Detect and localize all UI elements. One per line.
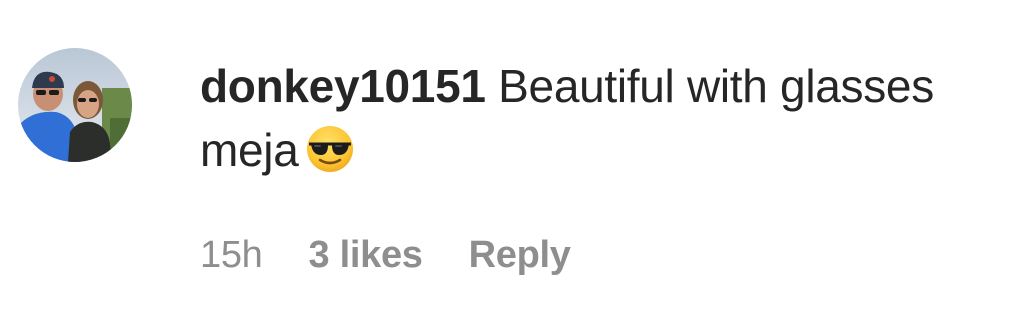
username-link[interactable]: donkey10151 xyxy=(200,60,486,112)
comment-meta: 15h 3 likes Reply xyxy=(200,230,571,280)
timestamp: 15h xyxy=(200,233,263,276)
comment-text-line2: meja xyxy=(200,124,299,176)
comment: donkey10151 Beautiful with glasses meja xyxy=(0,0,1024,321)
reply-button[interactable]: Reply xyxy=(469,234,571,277)
avatar-photo xyxy=(18,48,132,162)
likes-count-button[interactable]: 3 likes xyxy=(309,234,423,277)
sunglasses-emoji-icon xyxy=(305,124,355,174)
avatar[interactable] xyxy=(18,48,132,162)
comment-text-line1: Beautiful with glasses xyxy=(498,60,934,112)
comment-body: donkey10151 Beautiful with glasses meja xyxy=(200,54,1015,182)
